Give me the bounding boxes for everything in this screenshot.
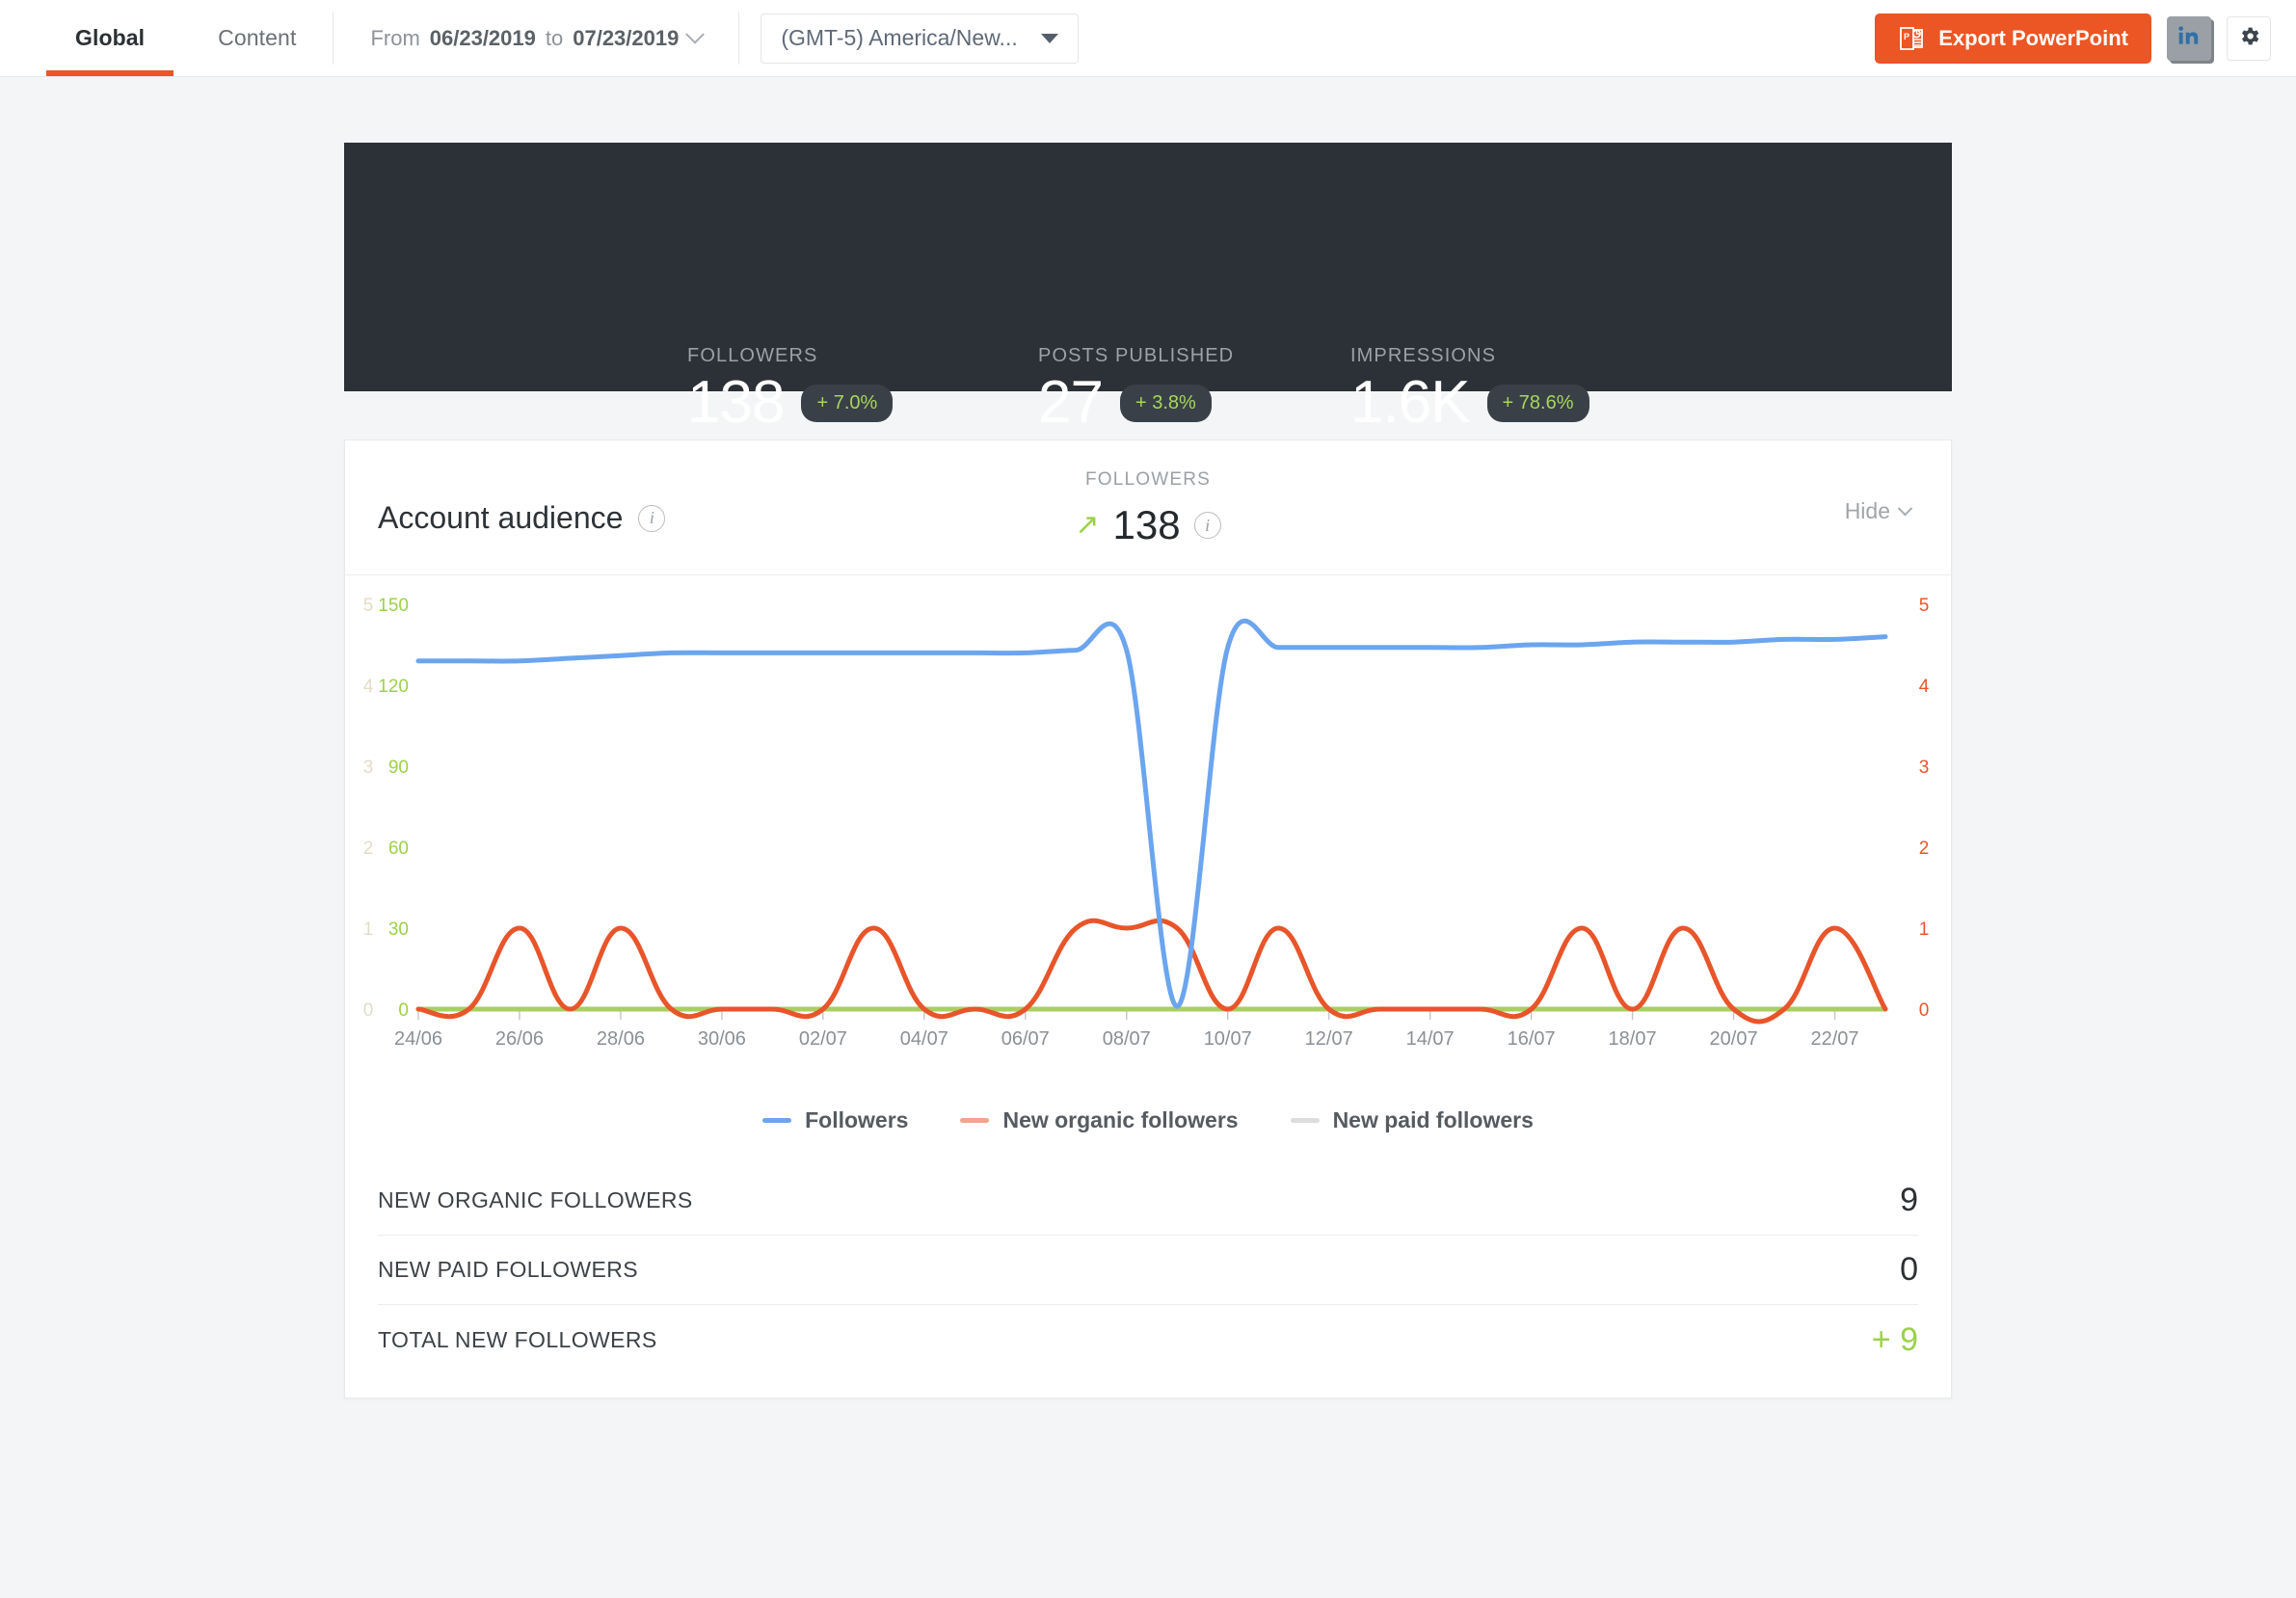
legend-swatch-followers xyxy=(762,1118,792,1123)
chart-legend: Followers New organic followers New paid… xyxy=(345,1107,1951,1166)
settings-button[interactable] xyxy=(2227,15,2271,61)
hide-button[interactable]: Hide xyxy=(1844,498,1913,524)
axis-tick-left-secondary: 3 xyxy=(363,758,374,778)
account-audience-card: Account audience i FOLLOWERS ↗ 138 i Hid… xyxy=(344,439,1952,1398)
axis-tick-left-secondary: 5 xyxy=(363,596,374,616)
audience-chart-svg[interactable]: 0 1 2 3 4 5 0 30 60 90 120 150 0 1 2 3 4 5 24/06 26/06 28/06… xyxy=(345,575,1951,1115)
tab-global[interactable]: Global xyxy=(39,0,181,76)
caret-down-icon xyxy=(1041,33,1059,43)
legend-swatch-new-organic-followers xyxy=(960,1118,990,1123)
kpi-panel: FOLLOWERS 138 + 7.0% POSTS PUBLISHED 27 … xyxy=(344,143,1952,433)
x-axis-label: 18/07 xyxy=(1609,1028,1657,1050)
hide-button-label: Hide xyxy=(1844,498,1890,523)
kpi-impressions: IMPRESSIONS 1.6K + 78.6% xyxy=(1350,345,1589,433)
kpi-followers-value: 138 xyxy=(687,369,785,436)
metric-row-new-paid-followers: NEW PAID FOLLOWERS 0 xyxy=(378,1236,1918,1305)
metric-label: TOTAL NEW FOLLOWERS xyxy=(378,1326,657,1352)
axis-tick-left-primary: 30 xyxy=(388,919,409,940)
export-powerpoint-button[interactable]: P Export PowerPoint xyxy=(1875,13,2151,64)
chevron-down-icon xyxy=(685,24,706,44)
axis-tick-right: 5 xyxy=(1919,596,1930,616)
metric-label: NEW PAID FOLLOWERS xyxy=(378,1257,639,1282)
axis-tick-right: 1 xyxy=(1919,919,1930,940)
axis-tick-right: 3 xyxy=(1919,758,1930,778)
axis-tick-left-primary: 150 xyxy=(378,596,409,616)
metric-rows: NEW ORGANIC FOLLOWERS 9 NEW PAID FOLLOWE… xyxy=(345,1166,1951,1398)
gear-icon xyxy=(2237,24,2261,53)
x-axis-label: 24/06 xyxy=(394,1028,442,1050)
kpi-posts-published-label: POSTS PUBLISHED xyxy=(1038,345,1235,366)
axis-tick-left-primary: 0 xyxy=(398,1000,409,1021)
linkedin-icon xyxy=(2176,23,2202,53)
x-axis-label: 08/07 xyxy=(1103,1028,1151,1050)
card-kpi-label: FOLLOWERS xyxy=(1084,469,1212,490)
kpi-posts-published-value: 27 xyxy=(1038,369,1104,436)
axis-tick-right: 0 xyxy=(1919,1000,1930,1021)
legend-swatch-new-paid-followers xyxy=(1290,1118,1320,1123)
date-range-start: 06/23/2019 xyxy=(429,25,536,50)
x-axis-label: 26/06 xyxy=(495,1028,544,1050)
powerpoint-icon: P xyxy=(1898,25,1925,52)
tab-content[interactable]: Content xyxy=(181,0,333,76)
svg-text:P: P xyxy=(1904,32,1909,41)
kpi-impressions-value: 1.6K xyxy=(1350,369,1471,436)
kpi-posts-published: POSTS PUBLISHED 27 + 3.8% xyxy=(1038,345,1234,433)
date-range-picker[interactable]: From 06/23/2019 to 07/23/2019 xyxy=(334,0,738,76)
date-range-prefix: From xyxy=(370,25,420,50)
info-icon[interactable]: i xyxy=(1193,512,1221,539)
date-range-mid: to xyxy=(545,25,564,50)
card-header: Account audience i FOLLOWERS ↗ 138 i Hid… xyxy=(345,440,1951,575)
audience-chart: 0 1 2 3 4 5 0 30 60 90 120 150 0 1 2 3 4 5 24/06 26/06 28/06… xyxy=(345,575,1951,1115)
card-kpi: FOLLOWERS ↗ 138 i xyxy=(345,469,1951,548)
x-axis-label: 14/07 xyxy=(1406,1028,1455,1050)
top-bar-actions: P Export PowerPoint xyxy=(1875,0,2296,76)
x-axis-label: 12/07 xyxy=(1305,1028,1353,1050)
linkedin-button[interactable] xyxy=(2167,15,2211,61)
date-range-end: 07/23/2019 xyxy=(573,25,680,50)
chevron-down-icon xyxy=(1897,500,1913,517)
chart-line-new-organic-followers xyxy=(415,918,1888,1025)
axis-tick-left-primary: 60 xyxy=(388,839,409,859)
x-axis-label: 28/06 xyxy=(597,1028,645,1050)
metric-value: 0 xyxy=(1900,1251,1918,1288)
tab-content-label: Content xyxy=(218,25,297,50)
metric-row-total-new-followers: TOTAL NEW FOLLOWERS + 9 xyxy=(378,1305,1918,1374)
timezone-value: (GMT-5) America/New... xyxy=(781,25,1018,50)
x-axis-label: 22/07 xyxy=(1810,1028,1858,1050)
tab-bar: Global Content xyxy=(0,0,333,76)
tab-global-label: Global xyxy=(75,25,146,50)
axis-tick-left-secondary: 2 xyxy=(363,839,374,859)
timezone-select[interactable]: (GMT-5) America/New... xyxy=(761,13,1080,64)
kpi-impressions-label: IMPRESSIONS xyxy=(1350,345,1497,366)
kpi-followers-label: FOLLOWERS xyxy=(687,345,818,366)
axis-tick-left-primary: 90 xyxy=(388,758,409,778)
kpi-posts-published-delta: + 3.8% xyxy=(1119,384,1212,422)
kpi-followers-delta: + 7.0% xyxy=(801,384,894,422)
x-axis-label: 30/06 xyxy=(698,1028,746,1050)
axis-tick-left-secondary: 0 xyxy=(363,1000,374,1021)
x-axis-label: 06/07 xyxy=(1001,1028,1050,1050)
x-axis-label: 02/07 xyxy=(799,1028,847,1050)
export-powerpoint-label: Export PowerPoint xyxy=(1938,25,2128,50)
top-bar: Global Content From 06/23/2019 to 07/23/… xyxy=(0,0,2296,77)
card-kpi-value: 138 xyxy=(1112,502,1181,547)
x-axis-label: 10/07 xyxy=(1204,1028,1252,1050)
metric-value: 9 xyxy=(1900,1182,1918,1218)
x-axis-label: 16/07 xyxy=(1508,1028,1556,1050)
metric-label: NEW ORGANIC FOLLOWERS xyxy=(378,1187,693,1212)
axis-tick-left-secondary: 1 xyxy=(363,919,374,940)
metric-row-new-organic-followers: NEW ORGANIC FOLLOWERS 9 xyxy=(378,1166,1918,1236)
axis-tick-right: 2 xyxy=(1919,839,1930,859)
trend-up-icon: ↗ xyxy=(1075,509,1100,541)
axis-tick-left-primary: 120 xyxy=(378,677,409,697)
timezone-wrap: (GMT-5) America/New... xyxy=(739,0,1100,76)
kpi-impressions-delta: + 78.6% xyxy=(1486,384,1589,422)
axis-tick-right: 4 xyxy=(1919,677,1930,697)
x-axis-label: 20/07 xyxy=(1710,1028,1758,1050)
axis-tick-left-secondary: 4 xyxy=(363,677,374,697)
metric-value: + 9 xyxy=(1871,1320,1918,1358)
kpi-followers: FOLLOWERS 138 + 7.0% xyxy=(687,345,894,436)
x-axis-label: 04/07 xyxy=(900,1028,948,1050)
